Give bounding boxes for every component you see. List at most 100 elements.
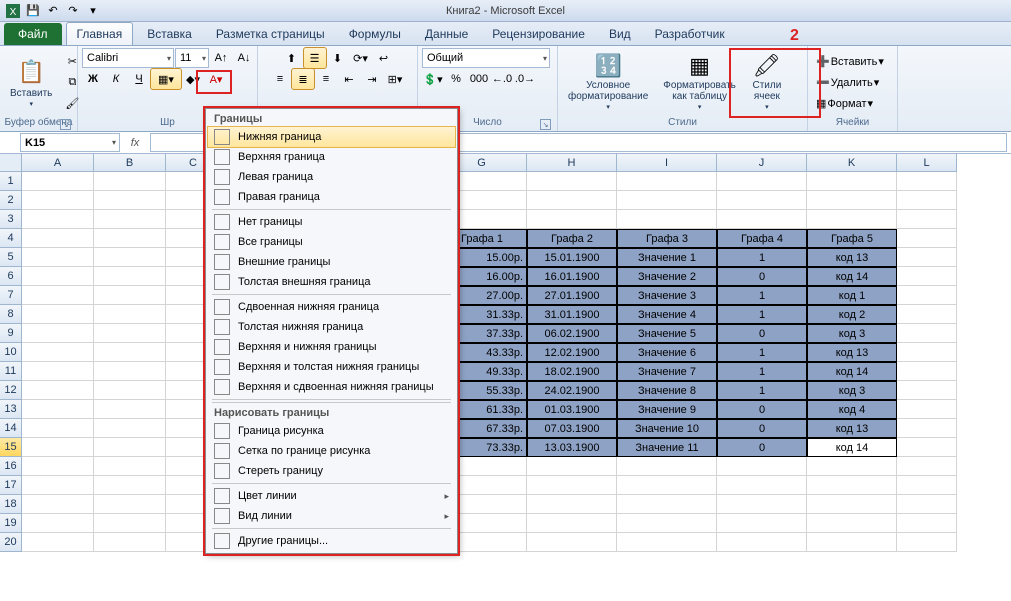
cell[interactable] <box>897 267 957 286</box>
cells-format-button[interactable]: ▦ Формат ▾ <box>812 94 877 114</box>
font-color-icon[interactable]: A▾ <box>205 69 227 89</box>
currency-icon[interactable]: 💲▾ <box>422 69 444 89</box>
cell[interactable] <box>94 210 166 229</box>
cell[interactable] <box>94 438 166 457</box>
row-header[interactable]: 9 <box>0 324 22 343</box>
cell[interactable] <box>94 191 166 210</box>
tab-insert[interactable]: Вставка <box>137 23 202 45</box>
undo-icon[interactable]: ↶ <box>44 2 62 20</box>
borders-menu-item[interactable]: Сетка по границе рисунка <box>208 441 455 461</box>
number-format-combo[interactable]: Общий <box>422 48 550 68</box>
comma-icon[interactable]: 000 <box>468 69 490 89</box>
cell[interactable] <box>94 533 166 552</box>
cell[interactable] <box>807 476 897 495</box>
number-launcher[interactable]: ↘ <box>540 119 551 130</box>
cell[interactable] <box>22 533 94 552</box>
row-header[interactable]: 10 <box>0 343 22 362</box>
cell[interactable] <box>617 514 717 533</box>
wrap-text-icon[interactable]: ↩ <box>373 48 395 68</box>
cell[interactable]: Значение 5 <box>617 324 717 343</box>
cell[interactable] <box>717 210 807 229</box>
cell[interactable]: код 13 <box>807 248 897 267</box>
shrink-font-icon[interactable]: A↓ <box>233 48 255 68</box>
row-header[interactable]: 2 <box>0 191 22 210</box>
borders-menu-item[interactable]: Цвет линии <box>208 486 455 506</box>
cell[interactable] <box>22 438 94 457</box>
cell[interactable]: Значение 2 <box>617 267 717 286</box>
save-icon[interactable]: 💾 <box>24 2 42 20</box>
bold-button[interactable]: Ж <box>82 69 104 89</box>
borders-menu-item[interactable]: Нет границы <box>208 212 455 232</box>
row-header[interactable]: 7 <box>0 286 22 305</box>
row-header[interactable]: 17 <box>0 476 22 495</box>
cell[interactable] <box>807 514 897 533</box>
cell[interactable]: 06.02.1900 <box>527 324 617 343</box>
borders-menu-item[interactable]: Толстая внешняя граница <box>208 272 455 292</box>
borders-menu-item[interactable]: Верхняя и сдвоенная нижняя границы <box>208 377 455 397</box>
cell[interactable]: Графа 4 <box>717 229 807 248</box>
tab-page-layout[interactable]: Разметка страницы <box>206 23 335 45</box>
increase-indent-icon[interactable]: ⇥ <box>361 69 383 89</box>
percent-icon[interactable]: % <box>445 69 467 89</box>
cell[interactable]: 0 <box>717 438 807 457</box>
borders-menu-item[interactable]: Внешние границы <box>208 252 455 272</box>
cell[interactable] <box>22 362 94 381</box>
cell[interactable] <box>22 476 94 495</box>
cell[interactable]: 1 <box>717 248 807 267</box>
italic-button[interactable]: К <box>105 69 127 89</box>
cell[interactable] <box>94 267 166 286</box>
cell[interactable] <box>897 210 957 229</box>
borders-menu-item[interactable]: Левая граница <box>208 167 455 187</box>
cell[interactable] <box>717 514 807 533</box>
cell[interactable]: 16.01.1900 <box>527 267 617 286</box>
decrease-indent-icon[interactable]: ⇤ <box>338 69 360 89</box>
cell[interactable]: Графа 5 <box>807 229 897 248</box>
cell[interactable] <box>94 419 166 438</box>
cell[interactable]: 0 <box>717 400 807 419</box>
cell[interactable]: 1 <box>717 381 807 400</box>
cell[interactable]: Значение 9 <box>617 400 717 419</box>
cell[interactable]: 01.03.1900 <box>527 400 617 419</box>
cell[interactable] <box>897 514 957 533</box>
cell[interactable] <box>717 172 807 191</box>
cell[interactable]: 27.01.1900 <box>527 286 617 305</box>
cell[interactable]: Значение 1 <box>617 248 717 267</box>
cell[interactable] <box>897 191 957 210</box>
cell[interactable] <box>22 191 94 210</box>
select-all-corner[interactable] <box>0 154 22 172</box>
cell[interactable]: Значение 3 <box>617 286 717 305</box>
row-header[interactable]: 20 <box>0 533 22 552</box>
row-header[interactable]: 18 <box>0 495 22 514</box>
cell[interactable] <box>94 476 166 495</box>
cell[interactable] <box>94 343 166 362</box>
cell[interactable] <box>807 191 897 210</box>
borders-menu-item[interactable]: Нижняя граница <box>208 127 455 147</box>
column-header[interactable]: L <box>897 154 957 172</box>
name-box[interactable]: K15 <box>20 133 120 152</box>
cell[interactable] <box>527 172 617 191</box>
tab-data[interactable]: Данные <box>415 23 478 45</box>
cell[interactable] <box>617 210 717 229</box>
cell[interactable] <box>897 457 957 476</box>
tab-file[interactable]: Файл <box>4 23 62 45</box>
cell[interactable] <box>527 533 617 552</box>
cell[interactable]: 1 <box>717 286 807 305</box>
font-size-combo[interactable]: 11 <box>175 48 209 68</box>
cell[interactable] <box>897 533 957 552</box>
cell[interactable] <box>897 248 957 267</box>
cell[interactable]: 07.03.1900 <box>527 419 617 438</box>
cell-styles-button[interactable]: 🖍 Стили ячеек▾ <box>745 51 789 115</box>
cell[interactable]: код 13 <box>807 419 897 438</box>
paste-button[interactable]: 📋 Вставить▾ <box>4 51 58 115</box>
cell[interactable]: код 14 <box>807 362 897 381</box>
cell[interactable] <box>22 229 94 248</box>
cell[interactable] <box>94 229 166 248</box>
cell[interactable] <box>527 457 617 476</box>
cell[interactable] <box>897 324 957 343</box>
cell[interactable]: Графа 3 <box>617 229 717 248</box>
cell[interactable]: Значение 8 <box>617 381 717 400</box>
align-right-icon[interactable]: ≡ <box>315 69 337 89</box>
cell[interactable]: код 3 <box>807 324 897 343</box>
cell[interactable] <box>897 286 957 305</box>
fx-icon[interactable]: fx <box>120 132 150 153</box>
